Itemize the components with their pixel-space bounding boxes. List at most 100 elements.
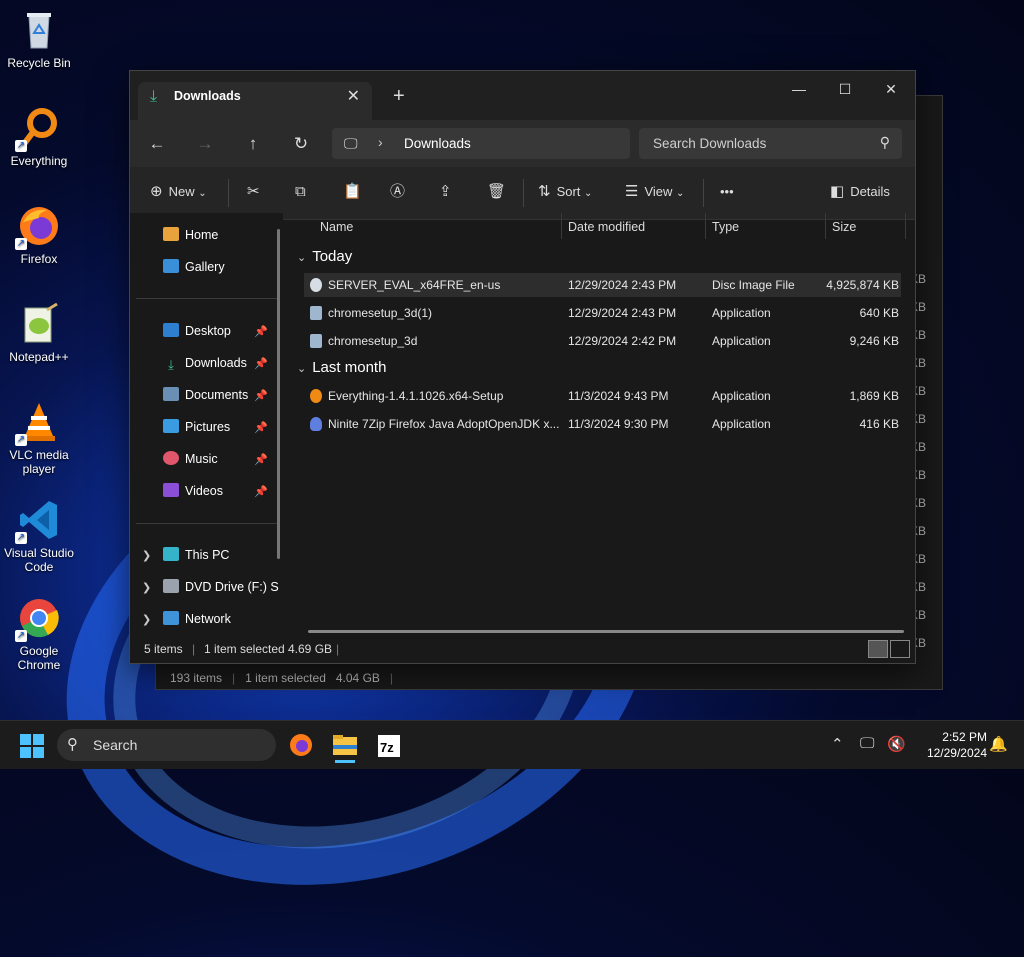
sidebar-item-this-pc[interactable]: This PC xyxy=(163,543,229,567)
maximize-button[interactable]: ☐ xyxy=(822,75,868,103)
column-divider[interactable] xyxy=(705,213,706,239)
column-divider[interactable] xyxy=(825,213,826,239)
tiles-view-button[interactable] xyxy=(890,640,910,658)
sidebar-item-label: Videos xyxy=(185,484,223,498)
taskbar-search[interactable]: ⚲ Search xyxy=(57,729,276,761)
up-button[interactable]: ↑ xyxy=(237,130,269,158)
forward-button[interactable]: → xyxy=(189,130,221,158)
sidebar-item-documents[interactable]: Documents xyxy=(163,383,248,407)
group-header-today[interactable]: ⌄ Today xyxy=(297,248,352,265)
sidebar-item-pictures[interactable]: Pictures xyxy=(163,415,230,439)
desktop-icon-label: VLC media player xyxy=(9,448,69,476)
pin-icon[interactable]: 📌 xyxy=(254,421,268,434)
pin-icon[interactable]: 📌 xyxy=(254,389,268,402)
file-size: 4,925,874 KB xyxy=(826,278,899,292)
expand-chevron-icon[interactable]: ❯ xyxy=(142,549,151,562)
new-tab-button[interactable]: + xyxy=(393,85,405,108)
delete-button[interactable]: 🗑 xyxy=(487,179,512,205)
address-bar[interactable]: 🖵 › Downloads xyxy=(332,128,630,159)
bg-status-selected: 1 item selected xyxy=(245,671,326,685)
file-name: Everything-1.4.1.1026.x64-Setup xyxy=(328,389,504,403)
paste-button[interactable]: 📋 xyxy=(343,179,368,205)
desktop-icon-recycle-bin[interactable]: Recycle Bin xyxy=(0,8,78,70)
column-header-size[interactable]: Size xyxy=(832,213,856,241)
status-divider: | xyxy=(336,642,340,656)
tab-downloads[interactable]: ⤓ Downloads ✕ xyxy=(138,82,372,120)
shortcut-arrow-icon: ↗ xyxy=(15,140,27,152)
search-box[interactable]: Search Downloads ⚲ xyxy=(639,128,902,159)
file-size: 416 KB xyxy=(859,417,899,431)
table-row[interactable]: chromesetup_3d 12/29/2024 2:42 PM Applic… xyxy=(304,329,901,353)
sidebar-item-home[interactable]: Home xyxy=(163,223,218,247)
table-row[interactable]: Everything-1.4.1.1026.x64-Setup 11/3/202… xyxy=(304,384,901,408)
table-row[interactable]: Ninite 7Zip Firefox Java AdoptOpenJDK x.… xyxy=(304,412,901,436)
new-button[interactable]: ⊕ New ⌄ xyxy=(150,179,207,205)
pin-icon[interactable]: 📌 xyxy=(254,325,268,338)
expand-chevron-icon[interactable]: ❯ xyxy=(142,613,151,626)
taskbar-7zip[interactable]: 7z xyxy=(371,729,407,763)
sidebar-item-dvd-drive[interactable]: DVD Drive (F:) S xyxy=(163,575,279,599)
view-button[interactable]: ☰ View ⌄ xyxy=(625,179,684,205)
expand-chevron-icon[interactable]: ❯ xyxy=(142,581,151,594)
desktop-icon-vscode[interactable]: ↗ Visual Studio Code xyxy=(0,498,78,574)
share-icon: ⇪ xyxy=(439,183,452,200)
table-row[interactable]: SERVER_EVAL_x64FRE_en-us 12/29/2024 2:43… xyxy=(304,273,901,297)
sort-button[interactable]: ⇅ Sort ⌄ xyxy=(538,179,592,205)
desktop-icon-firefox[interactable]: ↗ Firefox xyxy=(0,204,78,266)
file-explorer-window[interactable]: ⤓ Downloads ✕ + — ☐ ✕ ← → ↑ ↻ 🖵 › Downlo… xyxy=(129,70,916,664)
taskbar-file-explorer[interactable] xyxy=(327,729,363,763)
column-header-type[interactable]: Type xyxy=(712,213,739,241)
pin-icon[interactable]: 📌 xyxy=(254,453,268,466)
sidebar-item-videos[interactable]: Videos xyxy=(163,479,223,503)
cut-button[interactable]: ✂ xyxy=(247,179,266,205)
sidebar-item-network[interactable]: Network xyxy=(163,607,231,631)
sidebar-item-label: Downloads xyxy=(185,356,247,370)
windows-logo-pane xyxy=(20,747,31,758)
close-tab-icon[interactable]: ✕ xyxy=(347,86,360,106)
column-header-date[interactable]: Date modified xyxy=(568,213,645,241)
details-view-button[interactable] xyxy=(868,640,888,658)
column-header-name[interactable]: Name xyxy=(320,213,353,241)
network-icon[interactable]: 🖵 xyxy=(860,735,874,752)
refresh-button[interactable]: ↻ xyxy=(285,130,317,158)
breadcrumb-downloads[interactable]: Downloads xyxy=(404,136,471,151)
taskbar-firefox[interactable] xyxy=(283,729,319,763)
column-divider[interactable] xyxy=(561,213,562,239)
show-hidden-icons-chevron-icon[interactable]: ⌃ xyxy=(831,735,844,753)
file-type: Application xyxy=(712,417,771,431)
videos-icon xyxy=(163,483,179,497)
details-pane-button[interactable]: ◧ Details xyxy=(830,179,890,205)
start-button[interactable] xyxy=(20,734,44,758)
clipboard-icon: 📋 xyxy=(343,183,362,200)
chevron-right-icon[interactable]: › xyxy=(378,134,383,150)
sidebar-item-downloads[interactable]: ⤓ Downloads xyxy=(163,351,247,375)
file-date: 12/29/2024 2:43 PM xyxy=(568,306,677,320)
back-button[interactable]: ← xyxy=(141,130,173,158)
close-window-button[interactable]: ✕ xyxy=(868,75,914,103)
sidebar-item-desktop[interactable]: Desktop xyxy=(163,319,231,343)
sidebar-item-music[interactable]: Music xyxy=(163,447,218,471)
notification-bell-icon[interactable]: 🔔 xyxy=(989,735,1008,753)
horizontal-scrollbar[interactable] xyxy=(308,630,904,633)
search-input[interactable]: Search Downloads xyxy=(653,136,766,151)
desktop-icon-vlc[interactable]: ↗ VLC media player xyxy=(0,400,78,476)
group-header-last-month[interactable]: ⌄ Last month xyxy=(297,359,386,376)
volume-muted-icon[interactable]: 🔇 xyxy=(887,735,906,753)
rename-button[interactable]: Ⓐ xyxy=(390,179,411,205)
table-row[interactable]: chromesetup_3d(1) 12/29/2024 2:43 PM App… xyxy=(304,301,901,325)
desktop-icon-everything[interactable]: ↗ Everything xyxy=(0,106,78,168)
taskbar-clock[interactable]: 2:52 PM 12/29/2024 xyxy=(917,729,987,761)
share-button[interactable]: ⇪ xyxy=(439,179,458,205)
minimize-button[interactable]: — xyxy=(776,75,822,103)
pin-icon[interactable]: 📌 xyxy=(254,357,268,370)
pin-icon[interactable]: 📌 xyxy=(254,485,268,498)
sidebar-scrollbar[interactable] xyxy=(277,229,280,559)
column-divider[interactable] xyxy=(905,213,906,239)
desktop-icon-label: Visual Studio Code xyxy=(4,546,74,574)
desktop-icon-notepadpp[interactable]: Notepad++ xyxy=(0,302,78,364)
desktop-icon-chrome[interactable]: ↗ Google Chrome xyxy=(0,596,78,672)
copy-button[interactable]: ⧉ xyxy=(295,179,312,205)
sidebar-item-gallery[interactable]: Gallery xyxy=(163,255,225,279)
svg-text:7z: 7z xyxy=(380,740,394,755)
more-options-button[interactable]: ••• xyxy=(720,179,734,205)
